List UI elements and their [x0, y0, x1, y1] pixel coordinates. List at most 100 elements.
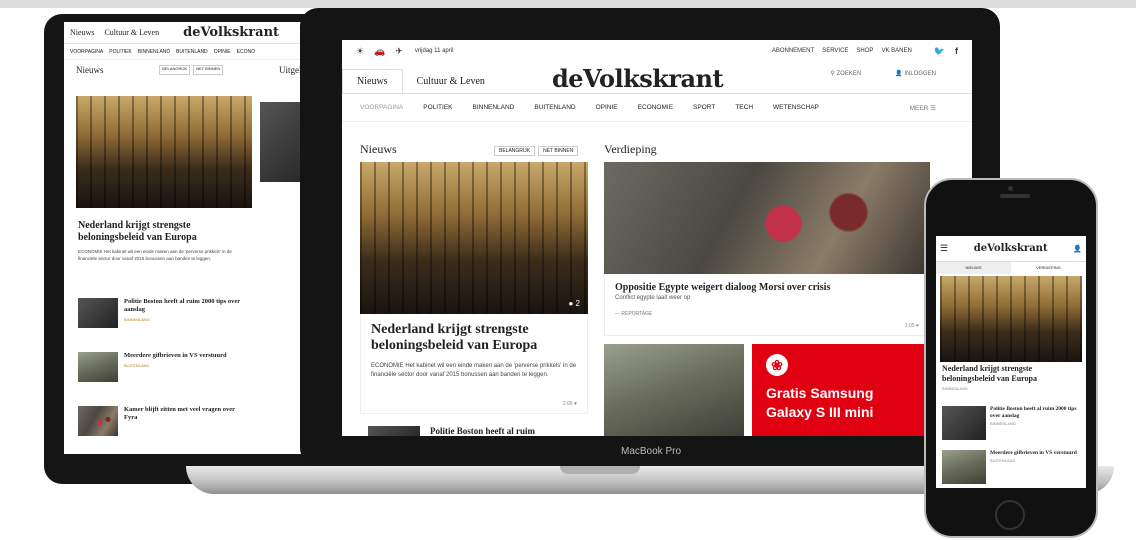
- item-title: Meerdere gifbrieven in VS verstuurd: [124, 352, 227, 359]
- tablet-tab-culture[interactable]: Cultuur & Leven: [104, 28, 159, 37]
- hamburger-icon[interactable]: ☰: [940, 243, 948, 254]
- filter-pills: BELANGRIJK NET BINNEN: [494, 146, 579, 156]
- pill-latest[interactable]: NET BINNEN: [538, 146, 579, 156]
- nav-item[interactable]: VOORPAGINA: [360, 104, 403, 111]
- site-logo[interactable]: deVolkskrant: [552, 64, 724, 93]
- phone-main-photo[interactable]: [940, 276, 1082, 362]
- tablet-headline[interactable]: Nederland krijgt strengste beloningsbele…: [78, 220, 248, 244]
- tablet-nav-item[interactable]: BUITENLAND: [176, 49, 208, 55]
- item-category: BUITENLAND: [990, 458, 1016, 463]
- top-strip: [0, 0, 1136, 8]
- pill-latest[interactable]: NET BINNEN: [193, 65, 224, 75]
- search-button[interactable]: ⚲ ZOEKEN: [830, 70, 861, 77]
- nav-item[interactable]: POLITIEK: [423, 104, 452, 111]
- tablet-tabs: Nieuws Cultuur & Leven deVolkskrant: [64, 22, 314, 44]
- twitter-icon[interactable]: 🐦: [934, 46, 945, 57]
- main-article-photo[interactable]: ● 2: [360, 162, 588, 314]
- item-title: Meerdere gifbrieven in VS verstuurd: [990, 450, 1077, 456]
- article-meta: 2:05 ♥: [563, 401, 577, 407]
- link-jobs[interactable]: VK BANEN: [881, 48, 911, 54]
- next-article[interactable]: Politie Boston heeft al ruim: [368, 426, 535, 436]
- pill-important[interactable]: BELANGRIJK: [494, 146, 536, 156]
- link-subscription[interactable]: ABONNEMENT: [772, 48, 814, 54]
- user-icon: 👤: [895, 71, 905, 77]
- section-title-deep: Verdieping: [604, 142, 657, 156]
- tablet-main-photo[interactable]: [76, 96, 252, 208]
- deep-article-card[interactable]: Oppositie Egypte weigert dialoog Morsi o…: [604, 274, 930, 336]
- tablet-list-item[interactable]: Meerdere gifbrieven in VS verstuurd BUITE…: [78, 352, 248, 392]
- nav-item[interactable]: WETENSCHAP: [773, 104, 819, 111]
- tablet-tab-news[interactable]: Nieuws: [70, 28, 94, 37]
- deep-tag[interactable]: — REPORTAGE: [615, 311, 919, 317]
- menu-icon: ☰: [930, 104, 936, 112]
- tablet-section-header: Nieuws BELANGRIJK NET BINNEN Uitgelic: [64, 60, 314, 77]
- laptop-header: Nieuws Cultuur & Leven deVolkskrant ⚲ ZO…: [342, 62, 972, 94]
- read-time: 2:05: [562, 401, 573, 407]
- phone-category: BINNENLAND: [942, 386, 968, 391]
- photo-count-badge: ● 2: [568, 299, 580, 308]
- facebook-icon[interactable]: f: [955, 46, 958, 57]
- user-icon[interactable]: 👤: [1073, 245, 1082, 253]
- heart-icon[interactable]: ♥: [574, 401, 577, 407]
- vodafone-logo-icon: ❀: [766, 354, 788, 376]
- tablet-nav-item[interactable]: POLITIEK: [109, 49, 132, 55]
- deep-article-photo[interactable]: [604, 162, 930, 274]
- main-headline[interactable]: Nederland krijgt strengste beloningsbele…: [371, 322, 577, 354]
- phone-tab-deep[interactable]: VERDIEPING: [1011, 262, 1086, 274]
- phone-tab-news[interactable]: NIEUWS: [936, 262, 1011, 274]
- nav-item[interactable]: TECH: [735, 104, 753, 111]
- heart-icon[interactable]: ♥: [916, 323, 919, 329]
- nav-item[interactable]: OPINIE: [596, 104, 618, 111]
- tablet-filter-pills: BELANGRIJK NET BINNEN: [159, 65, 224, 75]
- sun-icon[interactable]: ☀: [356, 46, 364, 57]
- tablet-nav-item[interactable]: VOORPAGINA: [70, 49, 103, 55]
- deep-headline[interactable]: Oppositie Egypte weigert dialoog Morsi o…: [615, 282, 919, 293]
- tablet-lede: ECONOMIE Het kabinet wil een einde maken…: [78, 249, 232, 261]
- phone-headline[interactable]: Nederland krijgt strengste beloningsbele…: [942, 364, 1082, 384]
- vodafone-ad[interactable]: ❀ Gratis Samsung Galaxy S III mini: [752, 344, 930, 436]
- plane-icon[interactable]: ✈: [395, 46, 403, 57]
- date-label: vrijdag 11 april: [414, 48, 454, 54]
- social-links: 🐦 f: [934, 46, 958, 57]
- item-category: BINNENLAND: [124, 317, 150, 322]
- tablet-logo[interactable]: deVolkskrant: [183, 25, 279, 40]
- thumbnail: [942, 450, 986, 484]
- main-nav: VOORPAGINA POLITIEK BINNENLAND BUITENLAN…: [342, 94, 972, 122]
- phone-list-item[interactable]: Politie Boston heeft al ruim 2000 tips o…: [942, 406, 1082, 440]
- tab-news[interactable]: Nieuws: [342, 69, 403, 93]
- thumbnail: [78, 352, 118, 382]
- nav-item[interactable]: SPORT: [693, 104, 715, 111]
- tab-culture[interactable]: Cultuur & Leven: [402, 70, 499, 93]
- thumbnail: [942, 406, 986, 440]
- phone-logo[interactable]: deVolkskrant: [974, 243, 1048, 254]
- article-meta: 2:05 ♥: [905, 323, 919, 329]
- laptop-notch: [560, 466, 640, 474]
- link-service[interactable]: SERVICE: [822, 48, 848, 54]
- car-icon[interactable]: 🚗: [374, 46, 385, 57]
- tablet-list-item[interactable]: Politie Boston heeft al ruim 2000 tips o…: [78, 298, 248, 338]
- search-label: ZOEKEN: [836, 71, 862, 77]
- nav-item[interactable]: BINNENLAND: [473, 104, 515, 111]
- phone-tabs: NIEUWS VERDIEPING: [936, 262, 1086, 274]
- main-article-card[interactable]: Nederland krijgt strengste beloningsbele…: [360, 314, 588, 414]
- secondary-photo[interactable]: [604, 344, 744, 436]
- nav-item[interactable]: BUITENLAND: [534, 104, 575, 111]
- nav-item[interactable]: ECONOMIE: [638, 104, 673, 111]
- tablet-nav-item[interactable]: OPINIE: [214, 49, 231, 55]
- pill-important[interactable]: BELANGRIJK: [159, 65, 191, 75]
- thumbnail: [78, 406, 118, 436]
- login-button[interactable]: 👤 INLOGGEN: [895, 70, 936, 77]
- read-time: 2:05: [904, 323, 915, 329]
- section-title-news: Nieuws: [360, 142, 397, 156]
- home-button[interactable]: [995, 500, 1025, 530]
- link-shop[interactable]: SHOP: [856, 48, 873, 54]
- item-category: BINNENLAND: [990, 421, 1016, 426]
- tablet-list-item[interactable]: Kamer blijft zitten met veel vragen over…: [78, 406, 248, 446]
- tablet-screen: Nieuws Cultuur & Leven deVolkskrant VOOR…: [64, 22, 314, 454]
- phone-list-item[interactable]: Meerdere gifbrieven in VS verstuurd BUITE…: [942, 450, 1082, 484]
- nav-more-button[interactable]: MEER ☰: [910, 104, 936, 112]
- tablet-nav: VOORPAGINA POLITIEK BINNENLAND BUITENLAN…: [64, 44, 314, 60]
- tablet-nav-item[interactable]: ECONO: [237, 49, 255, 55]
- tablet-nav-item[interactable]: BINNENLAND: [138, 49, 170, 55]
- speaker-grille: [1000, 194, 1030, 198]
